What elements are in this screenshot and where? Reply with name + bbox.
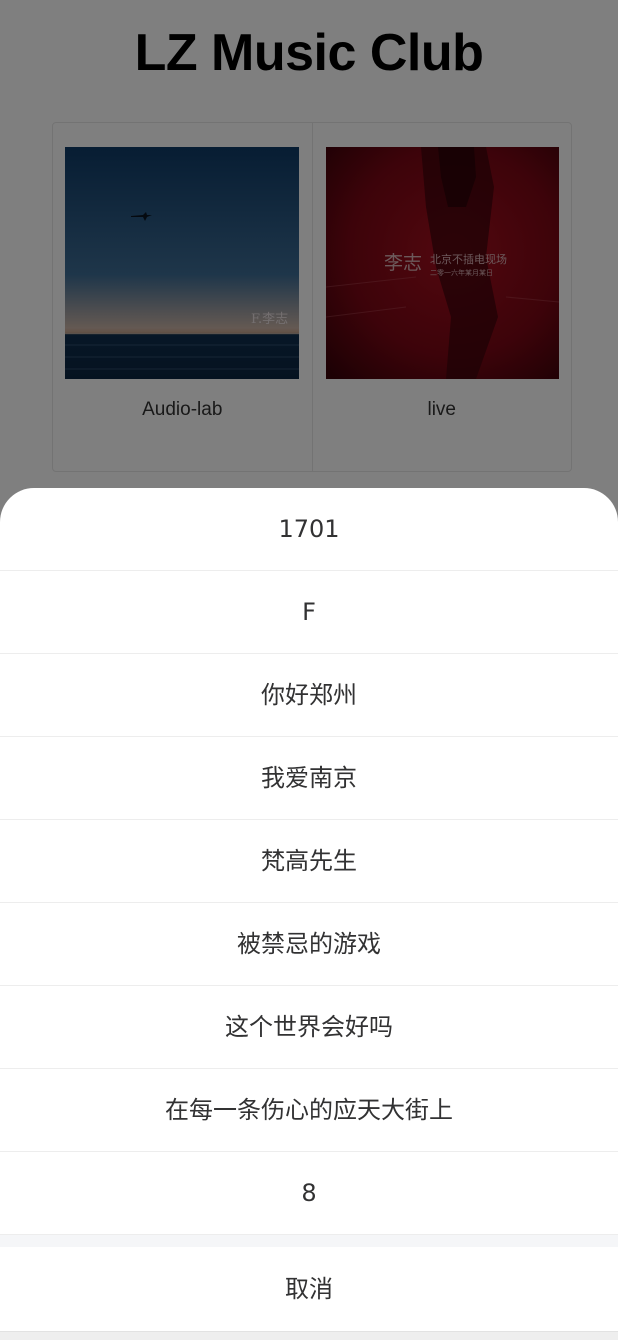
action-sheet-item[interactable]: 8 xyxy=(0,1152,618,1235)
action-sheet-item[interactable]: 被禁忌的游戏 xyxy=(0,903,618,986)
page: LZ Music Club xyxy=(0,0,618,1340)
home-indicator-bar xyxy=(0,1331,618,1340)
action-sheet-item[interactable]: 我爱南京 xyxy=(0,737,618,820)
action-sheet-item[interactable]: 你好郑州 xyxy=(0,654,618,737)
action-sheet-item[interactable]: 在每一条伤心的应天大街上 xyxy=(0,1069,618,1152)
action-sheet: 1701 F 你好郑州 我爱南京 梵高先生 被禁忌的游戏 这个世界会好吗 在每一… xyxy=(0,488,618,1340)
action-sheet-item[interactable]: 梵高先生 xyxy=(0,820,618,903)
action-sheet-gap xyxy=(0,1235,618,1247)
action-sheet-item[interactable]: 这个世界会好吗 xyxy=(0,986,618,1069)
cancel-button[interactable]: 取消 xyxy=(0,1247,618,1332)
action-sheet-item[interactable]: 1701 xyxy=(0,488,618,571)
action-sheet-item[interactable]: F xyxy=(0,571,618,654)
